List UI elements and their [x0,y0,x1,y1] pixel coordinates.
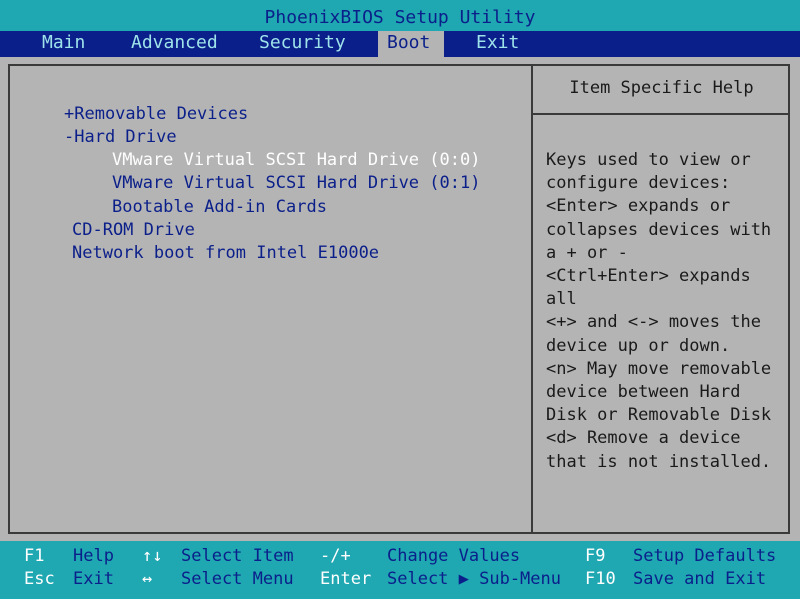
key-f1-desc: Help [73,546,114,566]
key-leftright-desc: Select Menu [181,569,294,589]
key-esc-desc: Exit [73,569,114,589]
tab-security[interactable]: Security [250,31,355,57]
key-esc: Esc [24,569,55,589]
key-updown-desc: Select Item [181,546,294,566]
key-legend: F1 Help ↑↓ Select Item -/+ Change Values… [0,541,800,599]
panel-divider [531,66,533,532]
help-title: Item Specific Help [569,78,754,98]
tab-boot[interactable]: Boot [378,31,444,57]
title-bar: PhoenixBIOS Setup Utility [0,0,800,31]
menu-bar: Main Advanced Security Boot Exit [0,31,800,57]
app-title: PhoenixBIOS Setup Utility [264,7,536,28]
boot-item-addin-cards[interactable]: Bootable Add-in Cards [112,197,327,217]
boot-item-hard-drive[interactable]: -Hard Drive [64,127,177,147]
key-leftright-icon: ↔ [142,569,153,589]
key-f9-desc: Setup Defaults [633,546,777,566]
boot-item-scsi-0-1[interactable]: VMware Virtual SCSI Hard Drive (0:1) [112,173,480,193]
tab-main[interactable]: Main [33,31,94,57]
help-divider [533,113,790,115]
help-text: Keys used to view or configure devices: … [546,150,772,472]
key-f1: F1 [24,546,45,566]
main-panel: +Removable Devices -Hard Drive VMware Vi… [8,64,790,534]
key-f10: F10 [585,569,616,589]
tab-advanced[interactable]: Advanced [122,31,227,57]
key-f10-desc: Save and Exit [633,569,767,589]
tab-exit[interactable]: Exit [467,31,528,57]
boot-item-removable-devices[interactable]: +Removable Devices [64,104,248,124]
key-enter-desc: Select ▶ Sub-Menu [387,569,561,589]
boot-item-scsi-0-0[interactable]: VMware Virtual SCSI Hard Drive (0:0) [112,150,480,170]
key-minus-plus: -/+ [320,546,351,566]
key-f9: F9 [585,546,606,566]
boot-item-network[interactable]: Network boot from Intel E1000e [72,243,379,263]
key-minus-plus-desc: Change Values [387,546,521,566]
key-enter: Enter [320,569,372,589]
key-updown-icon: ↑↓ [142,546,163,566]
boot-item-cdrom[interactable]: CD-ROM Drive [72,220,195,240]
